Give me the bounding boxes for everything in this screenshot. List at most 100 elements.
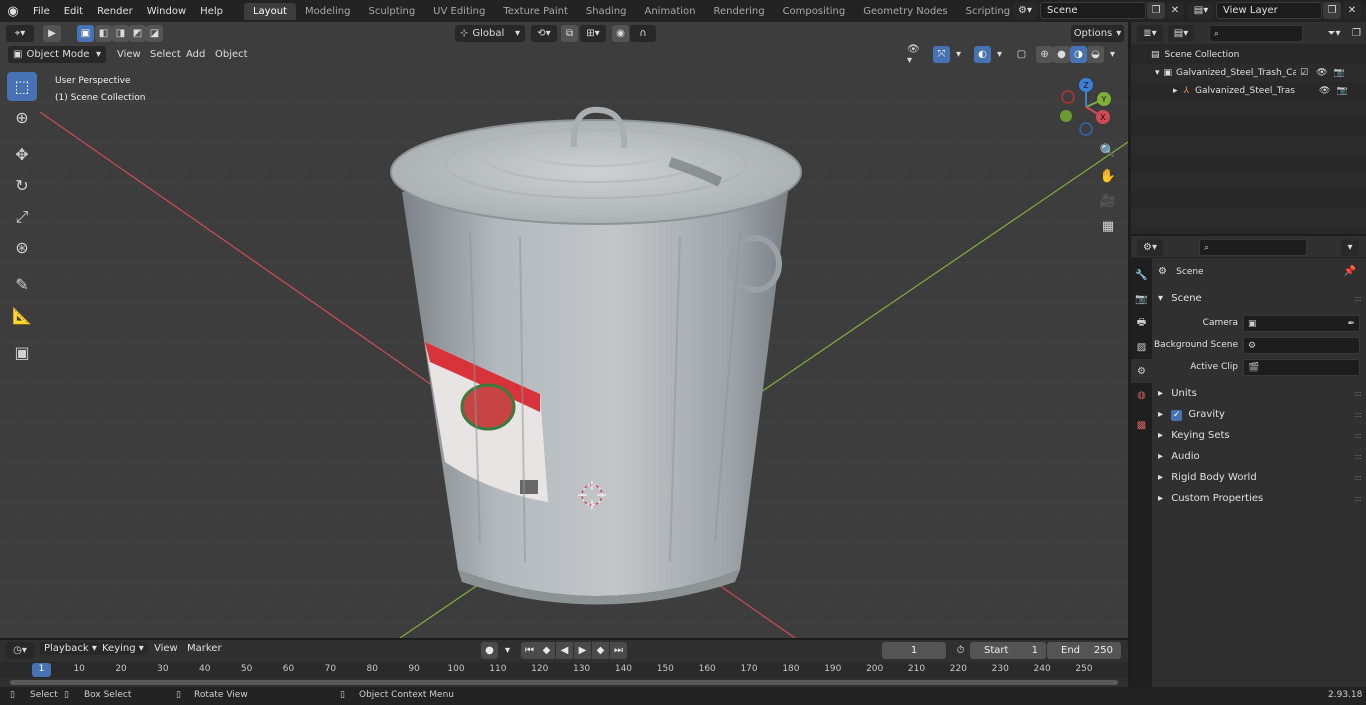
pivot-point-icon[interactable]: ⟲▾ (531, 25, 557, 42)
add-cube-tool-icon[interactable]: ▣ (7, 338, 37, 367)
active-clip-field[interactable]: 🎬 (1243, 359, 1360, 376)
scene-new-icon[interactable]: ❐ (1147, 2, 1165, 19)
tab-layout[interactable]: Layout (243, 2, 296, 20)
wireframe-shading-icon[interactable]: ⊕ (1036, 46, 1053, 63)
scene-name-field[interactable]: Scene (1040, 2, 1146, 19)
visibility-icon[interactable]: 👁▾ (902, 44, 928, 66)
menu-render[interactable]: Render (90, 6, 140, 17)
eye-icon[interactable]: 👁 (1319, 86, 1330, 96)
gravity-panel-header[interactable]: ▸ ✓ Gravity (1158, 409, 1225, 421)
tab-compositing[interactable]: Compositing (774, 3, 855, 20)
snap-target-icon[interactable]: ⊞▾ (580, 25, 606, 42)
properties-search-input[interactable]: ⌕ (1199, 239, 1307, 256)
stopwatch-icon[interactable]: ⏱ (952, 642, 969, 659)
zoom-icon[interactable]: 🔍 (1097, 140, 1119, 162)
solid-shading-icon[interactable]: ● (1053, 46, 1070, 63)
outliner-search-input[interactable]: ⌕ (1209, 25, 1303, 42)
snap-toggle-icon[interactable]: ⧉ (561, 25, 578, 42)
shading-dropdown-icon[interactable]: ▾ (1105, 46, 1120, 63)
drag-grip-icon[interactable]: :::: (1354, 410, 1362, 419)
gizmo-dropdown-icon[interactable]: ▾ (951, 46, 966, 63)
timeline-editor-icon[interactable]: ◷▾ (6, 642, 34, 659)
falloff-icon[interactable]: ∩ (630, 25, 656, 42)
display-mode-icon[interactable]: ▤▾ (1168, 25, 1194, 42)
view-layer-name-field[interactable]: View Layer (1216, 2, 1322, 19)
scene-remove-icon[interactable]: ✕ (1166, 2, 1184, 19)
play-reverse-icon[interactable]: ◀ (556, 642, 573, 659)
camera-view-icon[interactable]: 🎥 (1097, 190, 1119, 212)
viewport-menu-view[interactable]: View (112, 46, 146, 63)
overlay-dropdown-icon[interactable]: ▾ (992, 46, 1007, 63)
outliner-row-object[interactable]: ▸ ⅄ Galvanized_Steel_Trash_ 👁 📷 (1131, 82, 1366, 100)
select-invert-icon[interactable]: ◩ (129, 25, 146, 42)
scene-section-header[interactable]: ▾ Scene (1158, 293, 1202, 304)
object-mode-dropdown[interactable]: ▣ Object Mode ▾ (8, 46, 106, 63)
drag-grip-icon[interactable]: :::: (1354, 389, 1362, 398)
tab-geometry-nodes[interactable]: Geometry Nodes (854, 3, 956, 20)
drag-grip-icon[interactable]: :::: (1354, 473, 1362, 482)
transform-orientation-dropdown[interactable]: ⊹ Global ▾ (455, 25, 525, 42)
viewport-menu-select[interactable]: Select (145, 46, 186, 63)
drag-grip-icon[interactable]: :::: (1354, 452, 1362, 461)
timeline-ruler[interactable]: 1 10 20 30 40 50 60 70 80 90 100 110 120 130 140 150 160… (0, 662, 1128, 678)
end-frame-field[interactable]: End 250 (1047, 642, 1121, 659)
tab-animation[interactable]: Animation (636, 3, 705, 20)
checkbox-icon[interactable]: ☑ (1300, 68, 1308, 78)
rotate-tool-icon[interactable]: ↻ (7, 171, 37, 200)
blender-logo-icon[interactable]: ◉ (0, 4, 26, 19)
ortho-grid-icon[interactable]: ▦ (1097, 215, 1119, 237)
menu-help[interactable]: Help (193, 6, 230, 17)
world-tab-icon[interactable]: ◍ (1131, 383, 1152, 407)
select-intersect-icon[interactable]: ◪ (146, 25, 163, 42)
jump-end-icon[interactable]: ⏭ (610, 642, 627, 659)
select-box-tool-icon[interactable]: ⬚ (7, 72, 37, 101)
camera-field[interactable]: ▣ ✒ (1243, 315, 1360, 332)
cursor-tool-icon[interactable]: ⊕ (7, 103, 37, 132)
outliner-row-collection[interactable]: ▾ ▣ Galvanized_Steel_Trash_Can_ ☑ 👁 📷 (1131, 64, 1366, 82)
tab-rendering[interactable]: Rendering (704, 3, 773, 20)
viewport-menu-object[interactable]: Object (210, 46, 253, 63)
xray-toggle-icon[interactable]: ▢ (1013, 46, 1030, 63)
timeline-scrollbar[interactable] (10, 680, 1118, 685)
start-frame-field[interactable]: Start 1 (970, 642, 1046, 659)
properties-options-icon[interactable]: ▾ (1341, 239, 1359, 256)
custom-properties-panel-header[interactable]: ▸ Custom Properties (1158, 493, 1263, 504)
pin-icon[interactable]: 📌 (1344, 266, 1356, 277)
drag-grip-icon[interactable]: :::: (1354, 294, 1362, 303)
drag-grip-icon[interactable]: :::: (1354, 431, 1362, 440)
scene-browse-icon[interactable]: ⚙▾ (1013, 2, 1037, 19)
rigid-body-world-panel-header[interactable]: ▸ Rigid Body World (1158, 472, 1257, 483)
viewport-menu-add[interactable]: Add (181, 46, 210, 63)
rendered-shading-icon[interactable]: ◒ (1087, 46, 1104, 63)
proportional-edit-icon[interactable]: ◉ (612, 25, 629, 42)
tool-tab-icon[interactable]: 🔧 (1131, 263, 1152, 287)
tab-shading[interactable]: Shading (577, 3, 636, 20)
overlay-toggle-icon[interactable]: ◐ (974, 46, 991, 63)
eyedropper-icon[interactable]: ✒ (1347, 319, 1355, 329)
transform-tool-icon[interactable]: ⊛ (7, 233, 37, 262)
select-extend-icon[interactable]: ◧ (95, 25, 112, 42)
outliner-row-scene-collection[interactable]: ▤ Scene Collection (1131, 46, 1366, 64)
material-shading-icon[interactable]: ◑ (1070, 46, 1087, 63)
move-tool-icon[interactable]: ✥ (7, 140, 37, 169)
3d-viewport[interactable]: Y Z X ⌖▾ ▶ ▣ ◧ ◨ ◩ ◪ ⊹ Global ▾ ⟲▾ ⧉ ⊞▾ … (0, 22, 1128, 638)
view-layer-remove-icon[interactable]: ✕ (1343, 2, 1361, 19)
tab-sculpting[interactable]: Sculpting (359, 3, 424, 20)
scene-tab-icon[interactable]: ⚙ (1131, 359, 1152, 383)
render-tab-icon[interactable]: 📷 (1131, 287, 1152, 311)
new-collection-icon[interactable]: ❐ (1349, 25, 1364, 42)
trash-can-object[interactable] (390, 106, 802, 605)
options-dropdown[interactable]: Options ▾ (1071, 25, 1124, 42)
pan-hand-icon[interactable]: ✋ (1097, 165, 1119, 187)
drag-grip-icon[interactable]: :::: (1354, 494, 1362, 503)
keying-sets-panel-header[interactable]: ▸ Keying Sets (1158, 430, 1230, 441)
play-icon[interactable]: ▶ (574, 642, 591, 659)
playback-menu[interactable]: Playback ▾ (40, 642, 101, 655)
gravity-checkbox[interactable]: ✓ (1171, 410, 1183, 421)
tab-scripting[interactable]: Scripting (957, 3, 1019, 20)
menu-edit[interactable]: Edit (57, 6, 90, 17)
output-tab-icon[interactable]: 🖶 (1131, 311, 1152, 335)
jump-start-icon[interactable]: ⏮ (521, 642, 538, 659)
record-icon[interactable]: ● (481, 642, 498, 659)
annotate-tool-icon[interactable]: ✎ (7, 270, 37, 299)
